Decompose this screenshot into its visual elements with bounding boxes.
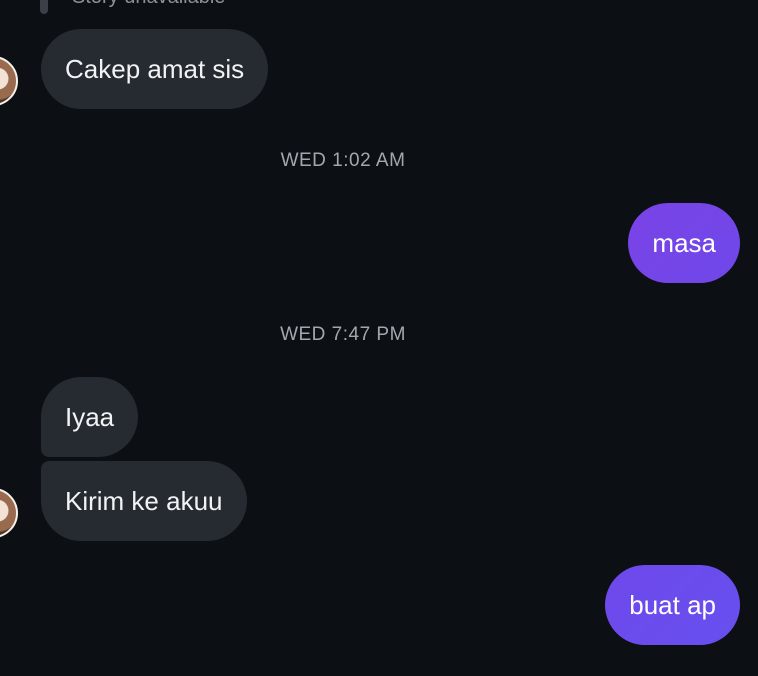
outgoing-message[interactable]: buat ap xyxy=(605,565,740,645)
story-unavailable-label: Story unavailable xyxy=(72,0,225,9)
outgoing-message[interactable]: masa xyxy=(628,203,740,283)
sender-avatar[interactable] xyxy=(0,488,18,538)
timestamp: WED 1:02 AM xyxy=(280,150,406,171)
chat-thread: Story unavailable Cakep amat sis WED 1:0… xyxy=(0,0,758,676)
story-reply-bar xyxy=(40,0,48,14)
incoming-message[interactable]: Kirim ke akuu xyxy=(41,461,247,541)
incoming-message[interactable]: Cakep amat sis xyxy=(41,29,269,109)
sender-avatar[interactable] xyxy=(0,56,18,106)
timestamp: WED 7:47 PM xyxy=(280,324,406,345)
incoming-message[interactable]: Iyaa xyxy=(41,377,139,457)
